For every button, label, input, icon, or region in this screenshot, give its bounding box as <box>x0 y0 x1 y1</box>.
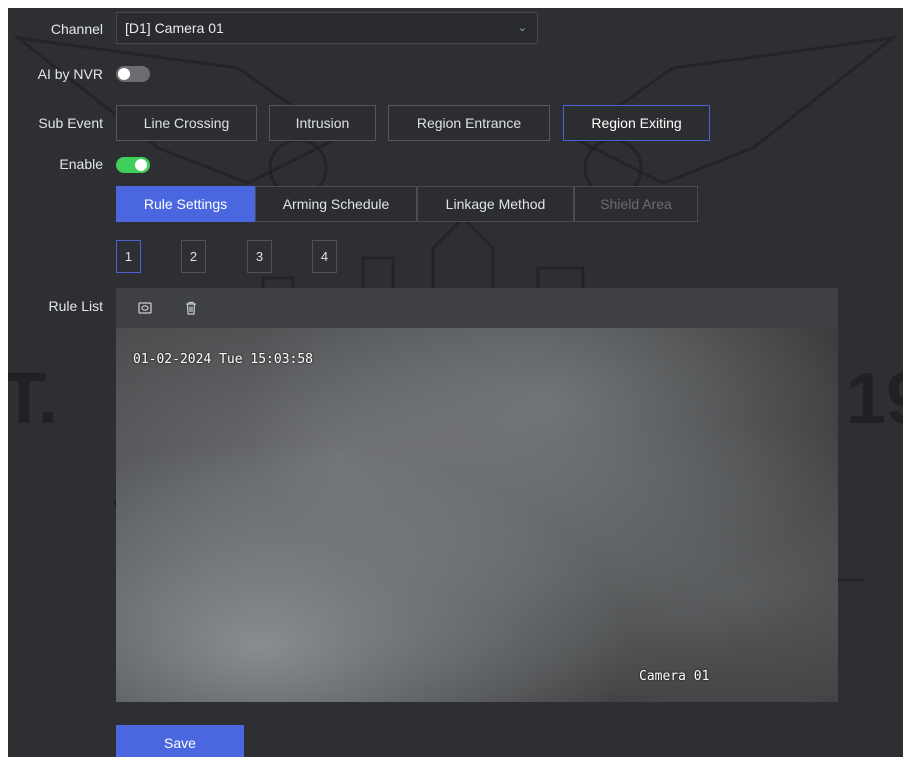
toggle-knob <box>118 68 130 80</box>
ai-by-nvr-toggle[interactable] <box>116 66 150 82</box>
rule-drawing-area: 01-02-2024 Tue 15:03:58 Camera 01 <box>116 288 838 702</box>
live-video-preview[interactable]: 01-02-2024 Tue 15:03:58 Camera 01 <box>116 328 838 702</box>
toggle-knob <box>135 159 147 171</box>
enable-label: Enable <box>59 156 103 172</box>
watermark-left-fragment: T. <box>8 359 59 439</box>
rule-toolbar <box>116 288 838 328</box>
channel-label: Channel <box>50 21 103 37</box>
smart-event-panel: WE SECURE YOUR LIFE ★ ★ ★ ★ ★ ★ ★ T. 19 … <box>8 8 903 757</box>
enable-toggle[interactable] <box>116 157 150 173</box>
chevron-down-icon: ⌄ <box>517 22 527 34</box>
tab-arming-schedule[interactable]: Arming Schedule <box>255 186 417 222</box>
ai-by-nvr-label: AI by NVR <box>37 66 103 82</box>
video-timestamp: 01-02-2024 Tue 15:03:58 <box>133 352 314 367</box>
rule-list-label: Rule List <box>48 298 103 314</box>
trash-icon[interactable] <box>183 300 199 316</box>
rule-number-3[interactable]: 3 <box>247 240 272 273</box>
rule-number-4[interactable]: 4 <box>312 240 337 273</box>
draw-area-icon[interactable] <box>137 300 153 316</box>
video-camera-name: Camera 01 <box>639 669 710 684</box>
video-fog <box>116 328 838 702</box>
sub-event-label: Sub Event <box>38 115 103 131</box>
sub-event-region-exiting[interactable]: Region Exiting <box>563 105 710 141</box>
sub-event-line-crossing[interactable]: Line Crossing <box>116 105 257 141</box>
rule-number-2[interactable]: 2 <box>181 240 206 273</box>
tab-rule-settings[interactable]: Rule Settings <box>116 186 255 222</box>
rule-number-1[interactable]: 1 <box>116 240 141 273</box>
sub-event-region-entrance[interactable]: Region Entrance <box>388 105 550 141</box>
tab-shield-area[interactable]: Shield Area <box>574 186 698 222</box>
watermark-right-fragment: 19 <box>846 359 903 439</box>
save-button[interactable]: Save <box>116 725 244 757</box>
tab-linkage-method[interactable]: Linkage Method <box>417 186 574 222</box>
sub-event-intrusion[interactable]: Intrusion <box>269 105 376 141</box>
channel-select[interactable]: [D1] Camera 01 ⌄ <box>116 12 538 44</box>
channel-value: [D1] Camera 01 <box>125 20 224 36</box>
